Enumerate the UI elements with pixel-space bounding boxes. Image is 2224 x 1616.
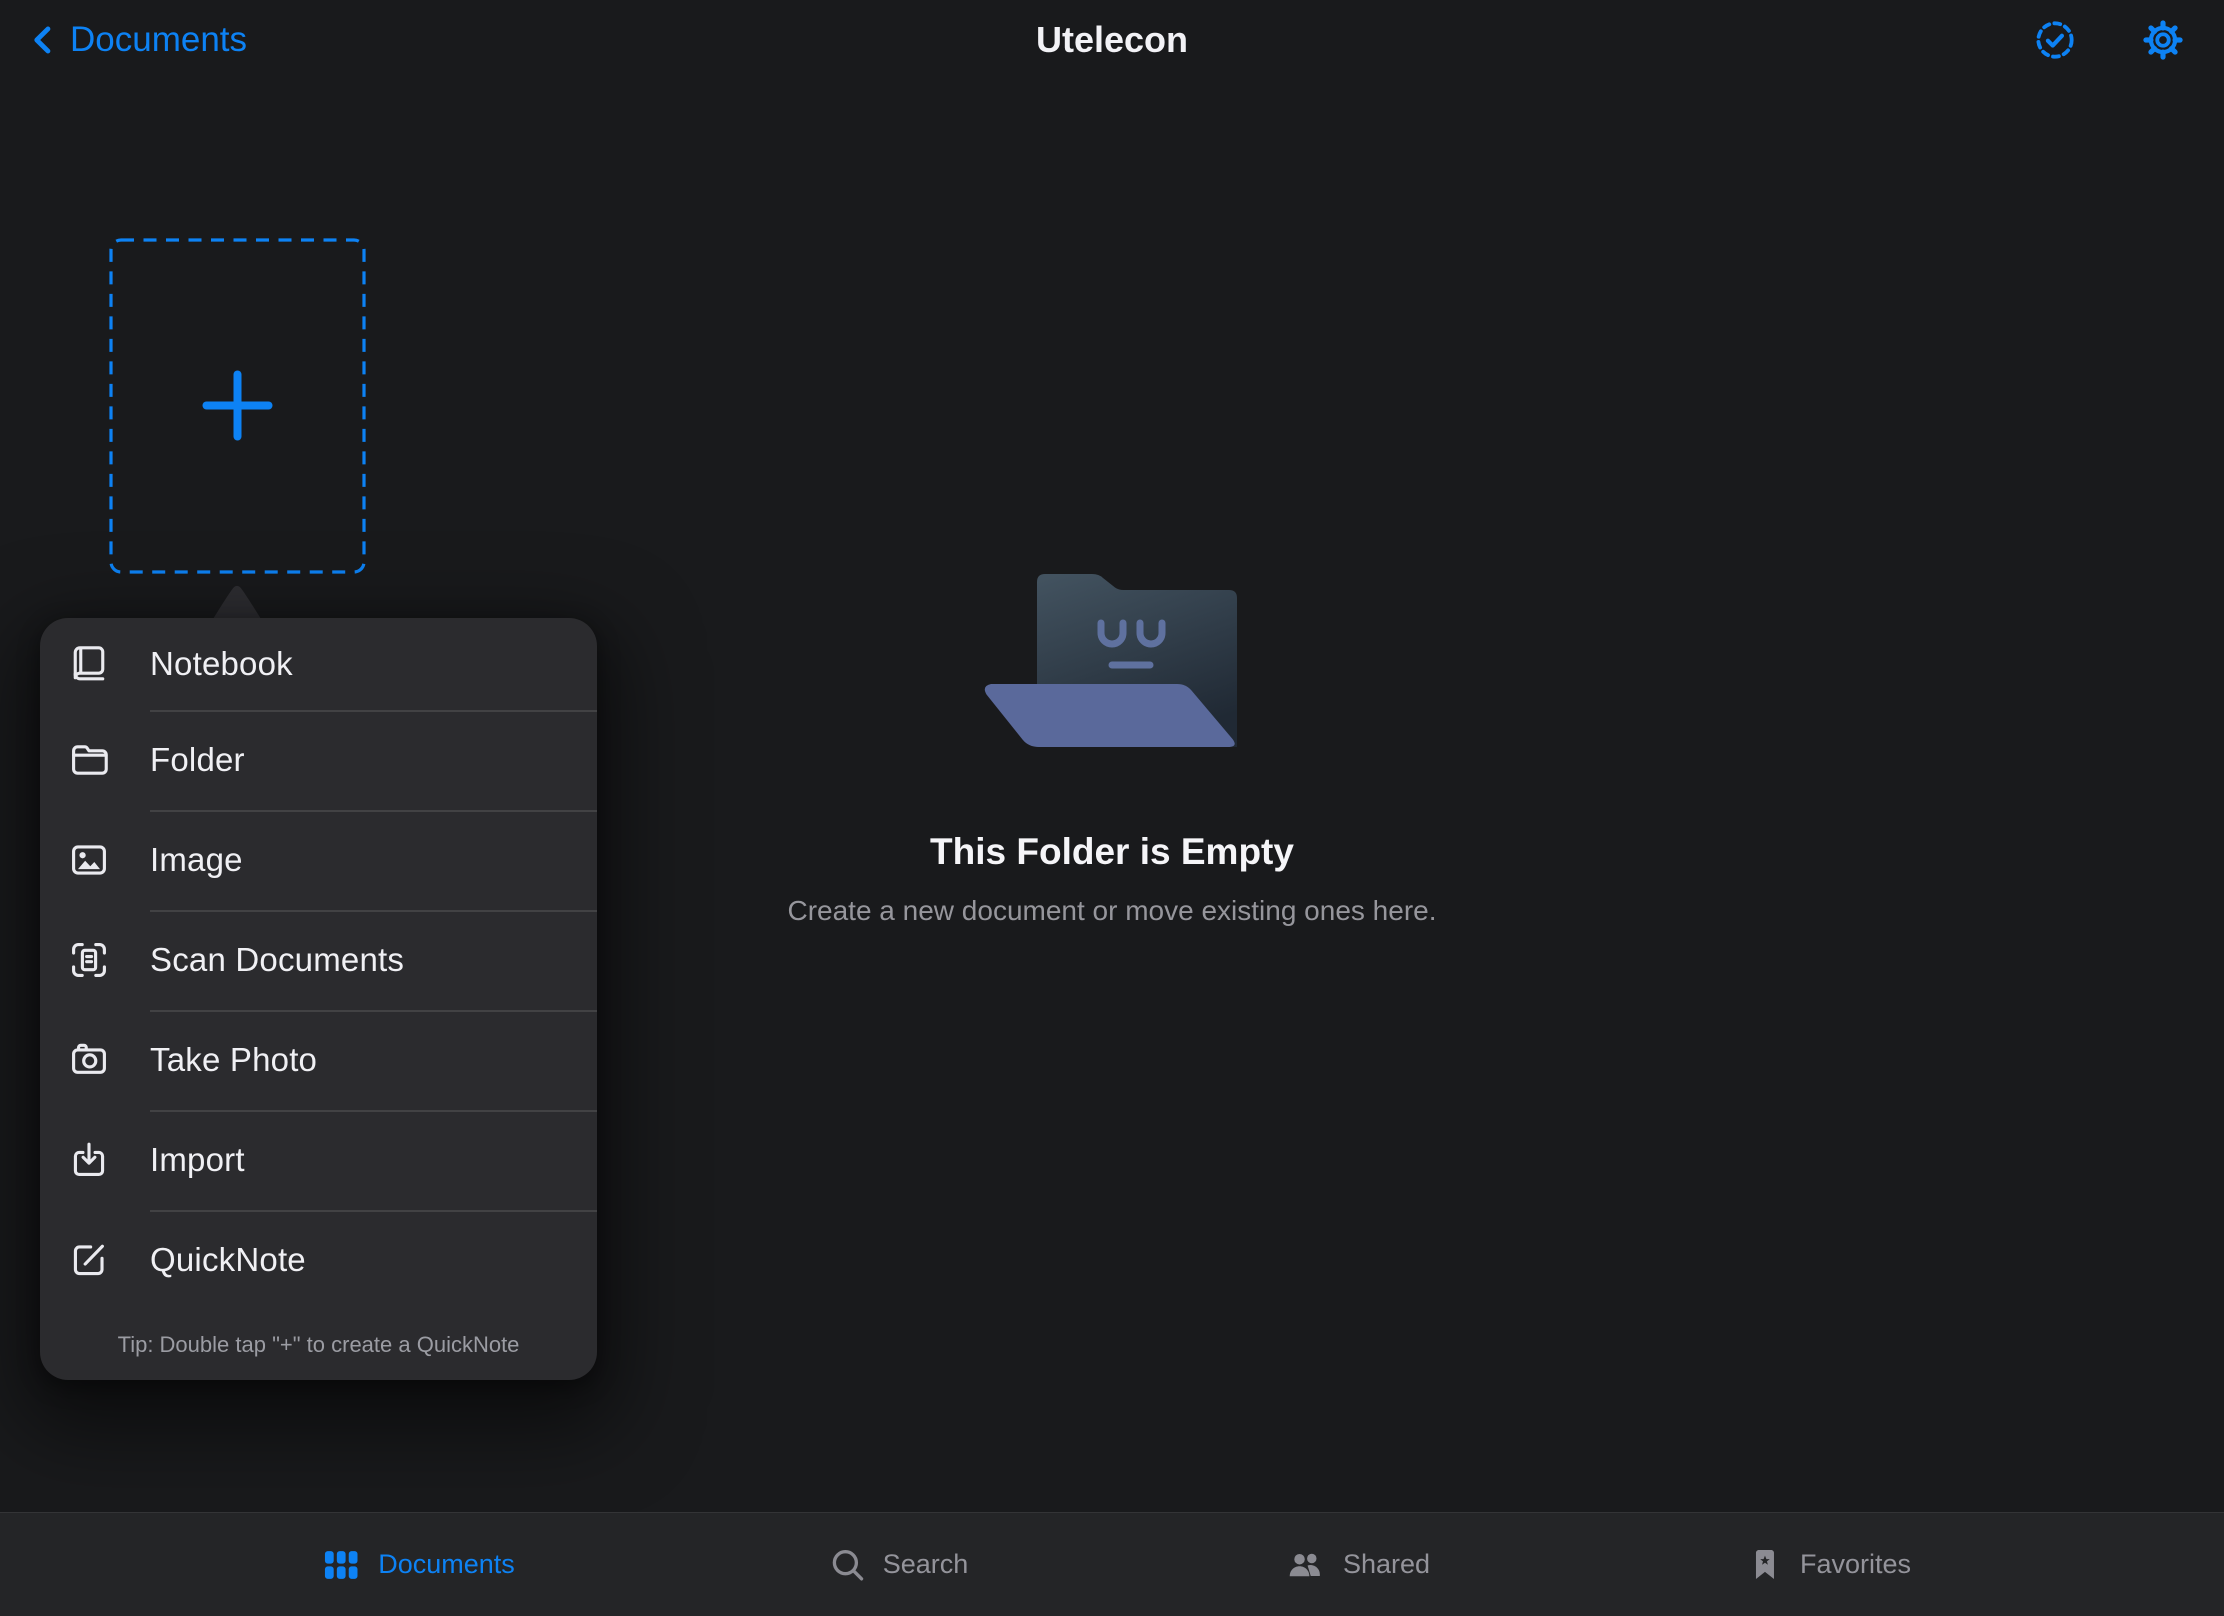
top-actions bbox=[2032, 0, 2186, 80]
select-check-icon bbox=[2032, 17, 2078, 63]
menu-item-folder[interactable]: Folder bbox=[40, 710, 597, 810]
menu-item-take-photo[interactable]: Take Photo bbox=[40, 1010, 597, 1110]
popover-arrow bbox=[211, 583, 263, 619]
new-document-dashed-outline bbox=[109, 238, 366, 574]
tab-label: Documents bbox=[378, 1549, 515, 1580]
shared-people-icon bbox=[1282, 1544, 1328, 1586]
documents-grid-icon bbox=[319, 1544, 363, 1586]
menu-item-label: Folder bbox=[150, 741, 245, 779]
new-document-tile[interactable] bbox=[109, 238, 366, 574]
quicknote-tip: Tip: Double tap "+" to create a QuickNot… bbox=[40, 1310, 597, 1380]
tab-search[interactable]: Search bbox=[828, 1513, 969, 1616]
menu-item-import[interactable]: Import bbox=[40, 1110, 597, 1210]
import-icon bbox=[67, 1138, 111, 1182]
menu-item-label: Notebook bbox=[150, 645, 293, 683]
scan-documents-icon bbox=[67, 938, 111, 982]
tab-shared[interactable]: Shared bbox=[1282, 1513, 1430, 1616]
page-title: Utelecon bbox=[0, 0, 2224, 80]
quicknote-compose-icon bbox=[67, 1238, 111, 1282]
notebook-icon bbox=[67, 642, 111, 686]
plus-icon bbox=[207, 375, 269, 437]
tab-label: Shared bbox=[1343, 1549, 1430, 1580]
settings-button[interactable] bbox=[2140, 17, 2186, 63]
empty-state-title: This Folder is Empty bbox=[0, 831, 2224, 873]
menu-item-label: Take Photo bbox=[150, 1041, 317, 1079]
tab-label: Search bbox=[883, 1549, 969, 1580]
app-screen: Documents Utelecon bbox=[0, 0, 2224, 1616]
top-navigation-bar: Documents Utelecon bbox=[0, 0, 2224, 80]
menu-item-label: Scan Documents bbox=[150, 941, 404, 979]
new-document-popover: Notebook Folder Image bbox=[40, 618, 597, 1380]
bottom-tab-bar: Documents Search Shared bbox=[0, 1512, 2224, 1616]
tab-documents[interactable]: Documents bbox=[319, 1513, 515, 1616]
menu-item-label: Import bbox=[150, 1141, 245, 1179]
settings-gear-icon bbox=[2140, 17, 2186, 63]
tab-label: Favorites bbox=[1800, 1549, 1911, 1580]
camera-icon bbox=[67, 1038, 111, 1082]
menu-item-notebook[interactable]: Notebook bbox=[40, 618, 597, 710]
menu-item-quicknote[interactable]: QuickNote bbox=[40, 1210, 597, 1310]
favorites-bookmark-icon bbox=[1745, 1544, 1785, 1586]
empty-state-subtitle: Create a new document or move existing o… bbox=[0, 895, 2224, 927]
folder-icon bbox=[67, 738, 111, 782]
empty-folder-illustration bbox=[982, 572, 1242, 752]
tab-favorites[interactable]: Favorites bbox=[1745, 1513, 1911, 1616]
menu-item-label: QuickNote bbox=[150, 1241, 306, 1279]
search-icon bbox=[828, 1545, 868, 1585]
select-mode-button[interactable] bbox=[2032, 17, 2078, 63]
